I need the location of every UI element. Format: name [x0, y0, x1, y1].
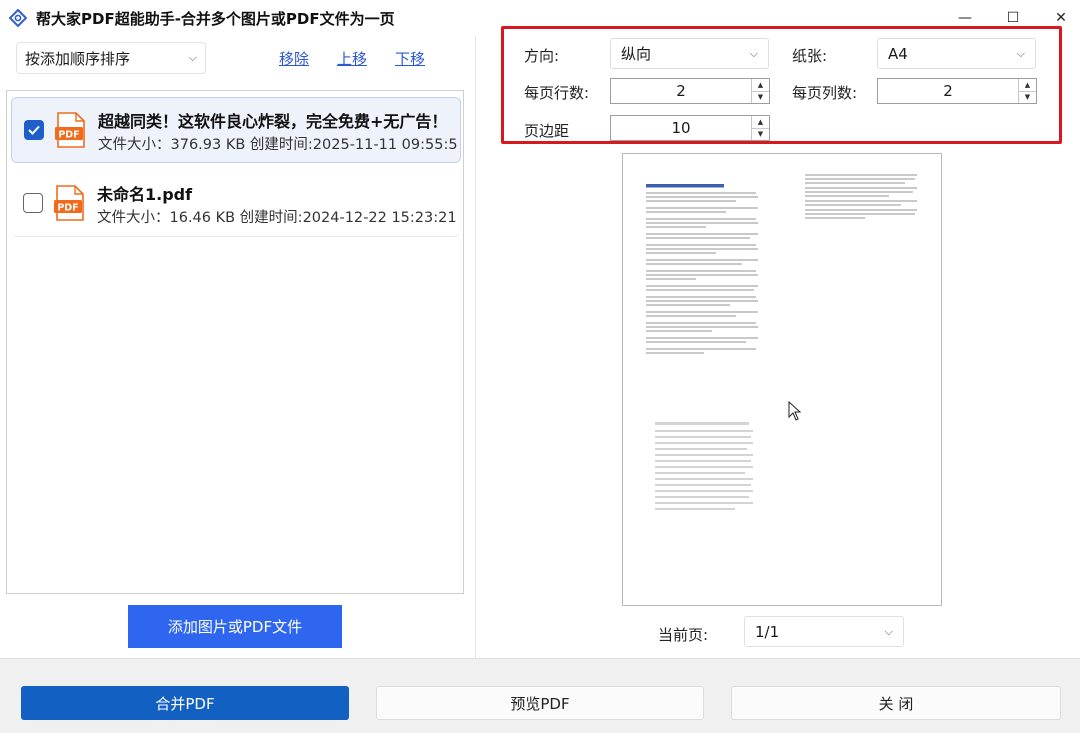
- current-page-value: 1/1: [755, 622, 780, 641]
- preview-pdf-button[interactable]: 预览PDF: [376, 686, 704, 720]
- orientation-value: 纵向: [621, 45, 652, 63]
- pdf-file-icon: PDF: [55, 112, 85, 148]
- preview-panel: 方向: 纵向 ⌵ 纸张: A4 ⌵ 每页行数: 2 ▲ ▼ 每页列数: 2 ▲ ▼ …: [476, 26, 1080, 658]
- current-page-select[interactable]: 1/1 ⌵: [744, 616, 904, 647]
- file-list-item[interactable]: PDF 超越同类！这软件良心炸裂，完全免费+无广告！ 文件大小：376.93 K…: [11, 97, 461, 163]
- cols-stepper[interactable]: 2 ▲ ▼: [877, 78, 1037, 104]
- file-list: PDF 超越同类！这软件良心炸裂，完全免费+无广告！ 文件大小：376.93 K…: [6, 90, 464, 594]
- app-logo-icon: [9, 9, 27, 27]
- rows-value: 2: [676, 82, 686, 100]
- margin-stepper[interactable]: 10 ▲ ▼: [610, 115, 770, 141]
- minimize-icon: —: [958, 10, 972, 26]
- file-name: 超越同类！这软件良心炸裂，完全免费+无广告！: [98, 112, 448, 131]
- paper-select[interactable]: A4 ⌵: [877, 38, 1036, 69]
- preview-page-thumbnail: [646, 174, 917, 510]
- file-list-panel: 按添加顺序排序 ⌵ 移除 上移 下移 PDF 超越同类！这软件良心炸裂，完全免费…: [0, 36, 475, 658]
- sort-order-value: 按添加顺序排序: [25, 49, 131, 68]
- margin-stepper-arrows[interactable]: ▲ ▼: [751, 116, 769, 140]
- file-name: 未命名1.pdf: [97, 185, 193, 204]
- file-meta: 文件大小：376.93 KB 创建时间:2025-11-11 09:55:5: [98, 137, 458, 153]
- mouse-cursor-icon: [788, 401, 802, 421]
- cols-value: 2: [943, 82, 953, 100]
- cols-label: 每页列数:: [792, 84, 858, 102]
- pdf-file-icon: PDF: [54, 185, 84, 221]
- file-list-item[interactable]: PDF 未命名1.pdf 文件大小：16.46 KB 创建时间:2024-12-…: [11, 171, 461, 237]
- rows-label: 每页行数:: [524, 84, 590, 102]
- arrow-down-icon: ▼: [752, 127, 769, 141]
- remove-link[interactable]: 移除: [279, 48, 309, 69]
- arrow-down-icon: ▼: [752, 90, 769, 104]
- move-down-link[interactable]: 下移: [395, 48, 425, 69]
- move-up-link[interactable]: 上移: [337, 48, 367, 69]
- arrow-up-icon: ▲: [757, 117, 764, 126]
- file-meta: 文件大小：16.46 KB 创建时间:2024-12-22 15:23:21: [97, 210, 457, 226]
- margin-label: 页边距: [524, 122, 570, 140]
- orientation-select[interactable]: 纵向 ⌵: [610, 38, 769, 69]
- file-checkbox[interactable]: [23, 193, 43, 213]
- action-bar: 合并PDF 预览PDF 关 闭: [0, 658, 1080, 733]
- page-preview: [622, 153, 942, 606]
- paper-label: 纸张:: [792, 47, 828, 65]
- file-checkbox[interactable]: [24, 120, 44, 140]
- rows-stepper-arrows[interactable]: ▲ ▼: [751, 79, 769, 103]
- checkmark-icon: [28, 125, 40, 135]
- current-page-label: 当前页:: [658, 626, 709, 644]
- pdf-icon-label: PDF: [58, 130, 79, 141]
- merge-pdf-button[interactable]: 合并PDF: [21, 686, 349, 720]
- chevron-down-icon: ⌵: [188, 51, 197, 64]
- margin-value: 10: [671, 119, 691, 137]
- add-files-button[interactable]: 添加图片或PDF文件: [128, 605, 342, 648]
- window-title: 帮大家PDF超能助手-合并多个图片或PDF文件为一页: [36, 10, 395, 28]
- arrow-down-icon: ▼: [1019, 90, 1036, 104]
- pdf-icon-label: PDF: [57, 203, 78, 214]
- orientation-label: 方向:: [524, 47, 560, 65]
- paper-value: A4: [888, 44, 908, 63]
- chevron-down-icon: ⌵: [884, 624, 893, 638]
- cols-stepper-arrows[interactable]: ▲ ▼: [1018, 79, 1036, 103]
- close-button[interactable]: 关 闭: [731, 686, 1061, 720]
- sort-order-select[interactable]: 按添加顺序排序 ⌵: [16, 42, 206, 74]
- arrow-up-icon: ▲: [1024, 80, 1031, 89]
- close-icon: ✕: [1055, 10, 1067, 26]
- arrow-up-icon: ▲: [757, 80, 764, 89]
- rows-stepper[interactable]: 2 ▲ ▼: [610, 78, 770, 104]
- maximize-icon: ☐: [1006, 10, 1020, 26]
- chevron-down-icon: ⌵: [1016, 46, 1025, 60]
- chevron-down-icon: ⌵: [749, 46, 758, 60]
